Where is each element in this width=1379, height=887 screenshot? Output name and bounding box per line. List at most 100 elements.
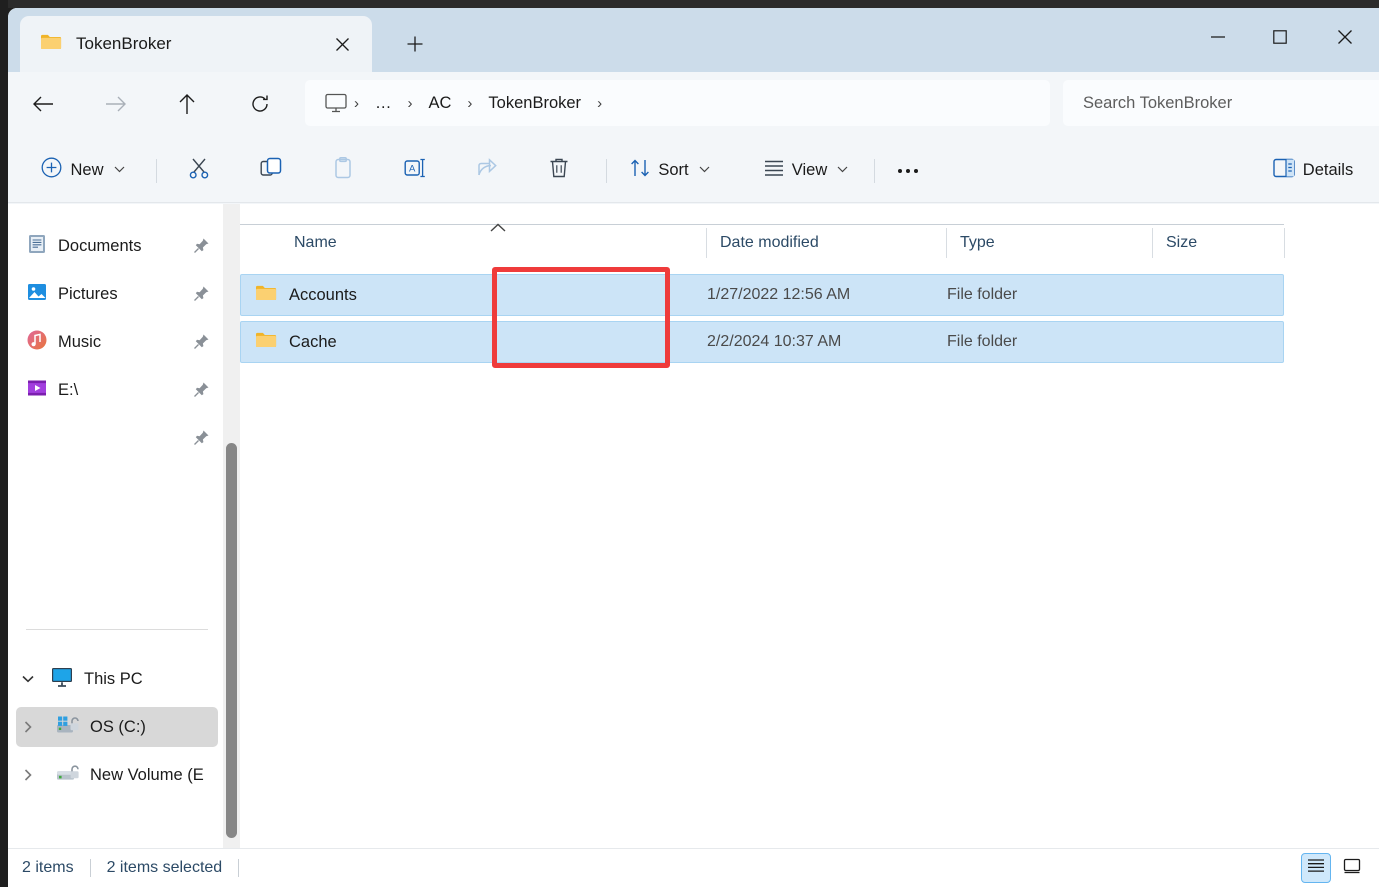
- large-icons-view-icon: [1343, 858, 1361, 879]
- column-label: Size: [1166, 234, 1198, 251]
- scissors-icon: [188, 157, 210, 184]
- details-view-icon: [1307, 858, 1325, 879]
- column-label: Date modified: [720, 234, 819, 251]
- clipboard-icon: [332, 156, 354, 184]
- column-header-name[interactable]: Name: [280, 224, 698, 262]
- breadcrumb-tokenbroker[interactable]: TokenBroker: [479, 89, 590, 118]
- status-bar: 2 items 2 items selected: [8, 848, 1379, 887]
- search-box[interactable]: [1063, 80, 1379, 126]
- drive-icon: [56, 763, 80, 788]
- forward-button[interactable]: [95, 83, 137, 125]
- column-header-type[interactable]: Type: [946, 224, 1152, 262]
- share-button[interactable]: [464, 148, 510, 192]
- table-row[interactable]: Accounts 1/27/2022 12:56 AM File folder: [240, 274, 1284, 316]
- file-name: Cache: [289, 332, 337, 351]
- details-pane-button[interactable]: Details: [1253, 148, 1373, 192]
- close-icon[interactable]: [326, 28, 358, 60]
- details-view-button[interactable]: [1301, 853, 1331, 883]
- sidebar-item-partial[interactable]: [16, 418, 218, 458]
- this-pc-icon[interactable]: [325, 93, 347, 113]
- pin-icon[interactable]: [193, 333, 210, 355]
- more-options-button[interactable]: [884, 148, 932, 192]
- this-pc-icon: [50, 666, 74, 693]
- command-bar: New A Sort View Details: [8, 137, 1379, 203]
- view-list-icon: [764, 159, 784, 182]
- sidebar-item-e-drive[interactable]: E:\: [16, 370, 218, 410]
- sidebar-scrollbar-thumb[interactable]: [226, 443, 237, 838]
- address-bar[interactable]: › … › AC › TokenBroker ›: [305, 80, 1050, 126]
- view-label: View: [791, 160, 828, 179]
- search-input[interactable]: [1083, 93, 1379, 113]
- toolbar-divider: [874, 159, 875, 183]
- details-label: Details: [1302, 160, 1354, 179]
- copy-button[interactable]: [248, 148, 294, 192]
- back-button[interactable]: [22, 83, 64, 125]
- sort-icon: [630, 158, 650, 183]
- table-row[interactable]: Cache 2/2/2024 10:37 AM File folder: [240, 321, 1284, 363]
- view-button[interactable]: View: [752, 148, 860, 192]
- trash-icon: [548, 157, 570, 184]
- toolbar-divider: [606, 159, 607, 183]
- column-header-date-modified[interactable]: Date modified: [706, 224, 946, 262]
- pictures-icon: [26, 281, 48, 308]
- breadcrumb-overflow[interactable]: …: [366, 89, 401, 118]
- tab-title: TokenBroker: [76, 34, 172, 53]
- maximize-button[interactable]: [1249, 8, 1311, 66]
- refresh-button[interactable]: [239, 83, 281, 125]
- pin-icon[interactable]: [193, 237, 210, 259]
- close-button[interactable]: [1311, 8, 1379, 66]
- pin-icon[interactable]: [193, 429, 210, 451]
- folder-icon: [255, 331, 277, 354]
- file-name-cell: Cache: [255, 331, 337, 354]
- view-toggle-group: [1301, 853, 1367, 883]
- drive-video-icon: [26, 377, 48, 404]
- rename-button[interactable]: A: [392, 148, 438, 192]
- selection-count: 2 items selected: [106, 859, 223, 876]
- svg-text:A: A: [409, 163, 416, 174]
- sidebar-item-new-volume[interactable]: New Volume (E: [16, 755, 218, 795]
- chevron-down-icon[interactable]: [114, 164, 125, 176]
- os-drive-icon: [56, 715, 80, 740]
- folder-icon: [40, 33, 62, 56]
- date-modified-cell: 2/2/2024 10:37 AM: [707, 333, 842, 350]
- chevron-right-icon[interactable]: [18, 769, 38, 781]
- breadcrumb-ac[interactable]: AC: [420, 89, 461, 118]
- column-header-size[interactable]: Size: [1152, 224, 1284, 262]
- folder-icon: [255, 284, 277, 307]
- sidebar-item-this-pc[interactable]: This PC: [16, 659, 218, 699]
- file-list-pane: Name Date modified Type Size Accounts 1/…: [240, 204, 1379, 848]
- chevron-right-icon[interactable]: [18, 721, 38, 733]
- chevron-down-icon[interactable]: [18, 675, 38, 683]
- title-bar: TokenBroker: [8, 8, 1379, 72]
- large-icons-view-button[interactable]: [1337, 853, 1367, 883]
- pin-icon[interactable]: [193, 381, 210, 403]
- sort-button[interactable]: Sort: [620, 148, 720, 192]
- breadcrumb-separator: ›: [354, 94, 359, 112]
- status-divider: [238, 859, 240, 877]
- chevron-down-icon[interactable]: [699, 164, 710, 176]
- paste-button[interactable]: [320, 148, 366, 192]
- sidebar-item-documents[interactable]: Documents: [16, 226, 218, 266]
- sidebar-item-pictures[interactable]: Pictures: [16, 274, 218, 314]
- minimize-button[interactable]: [1187, 8, 1249, 66]
- new-tab-button[interactable]: [394, 24, 436, 64]
- sidebar-item-music[interactable]: Music: [16, 322, 218, 362]
- breadcrumb-separator: ›: [407, 94, 413, 112]
- sidebar-label: This PC: [84, 669, 143, 688]
- sidebar-item-os-c[interactable]: OS (C:): [16, 707, 218, 747]
- up-button[interactable]: [166, 83, 208, 125]
- breadcrumb-separator: ›: [597, 94, 603, 112]
- chevron-down-icon[interactable]: [837, 164, 848, 176]
- column-divider[interactable]: [1284, 228, 1285, 258]
- sidebar-label: New Volume (E: [90, 765, 204, 784]
- new-button[interactable]: New: [30, 148, 136, 192]
- sidebar-divider: [26, 629, 208, 630]
- delete-button[interactable]: [536, 148, 582, 192]
- pin-icon[interactable]: [193, 285, 210, 307]
- cut-button[interactable]: [176, 148, 222, 192]
- column-label: Type: [960, 234, 995, 251]
- tab-tokenbroker[interactable]: TokenBroker: [20, 16, 372, 72]
- documents-icon: [26, 233, 48, 260]
- plus-circle-icon: [41, 157, 62, 183]
- sort-label: Sort: [658, 160, 689, 179]
